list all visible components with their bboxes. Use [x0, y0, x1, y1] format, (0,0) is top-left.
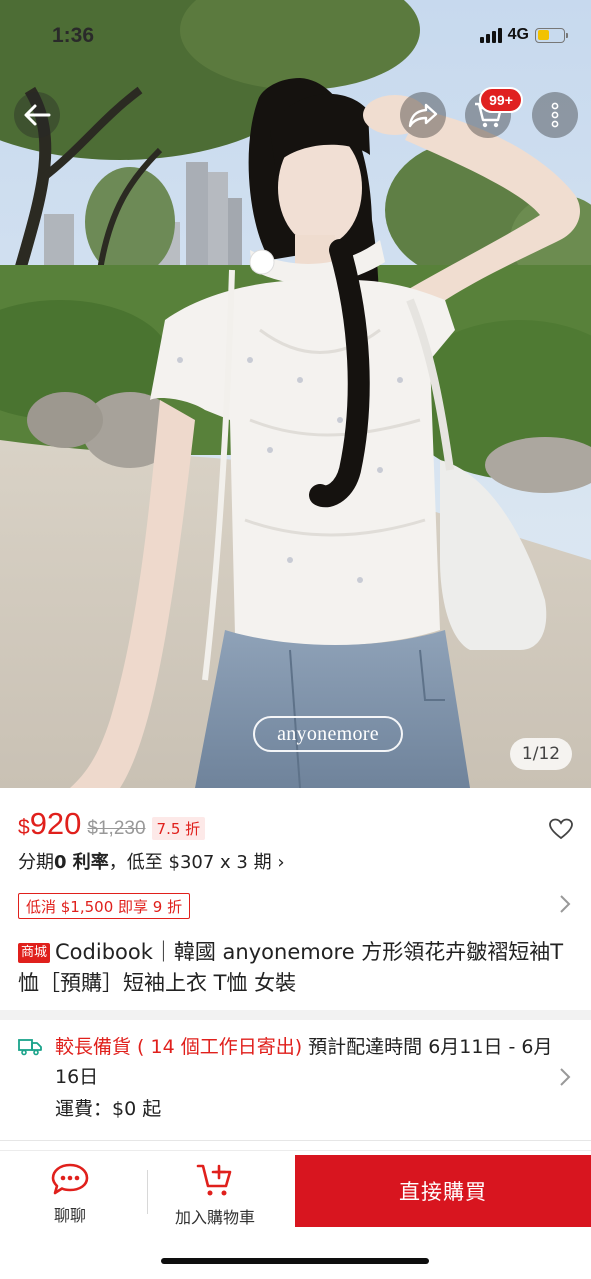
- discount-badge: 7.5 折: [151, 817, 206, 840]
- add-to-cart-button[interactable]: 加入購物車: [175, 1162, 255, 1228]
- separator: [147, 1170, 148, 1214]
- cart-count-badge: 99+: [479, 87, 523, 113]
- shipping-chevron-icon[interactable]: [559, 1067, 571, 1091]
- divider: [0, 1150, 591, 1151]
- image-counter: 1/12: [510, 738, 572, 770]
- bottom-action-bar: 聊聊 加入購物車 直接購買: [0, 1152, 591, 1232]
- mall-tag: 商城: [18, 943, 51, 963]
- original-price: $1,230: [87, 818, 146, 839]
- chat-label: 聊聊: [53, 1206, 86, 1225]
- status-time: 1:36: [52, 24, 95, 47]
- product-image-gallery[interactable]: 1:36 4G 99+ anyonemore 1/12: [0, 0, 591, 788]
- chat-button[interactable]: 聊聊: [50, 1162, 90, 1226]
- back-button[interactable]: [14, 92, 60, 138]
- coupon-tag[interactable]: 低消 $1,500 即享 9 折: [18, 893, 191, 919]
- chat-bubble-icon: [51, 1163, 89, 1195]
- heart-icon: [549, 818, 573, 840]
- battery-icon: [535, 27, 568, 43]
- shipping-truck-icon: [18, 1038, 42, 1060]
- more-vertical-icon: [551, 102, 559, 128]
- status-indicators: 4G: [479, 26, 568, 44]
- share-button[interactable]: [400, 92, 446, 138]
- favorite-button[interactable]: [549, 818, 573, 844]
- installment-detail: ，低至 $307 x 3 期 ›: [108, 852, 285, 873]
- signal-icon: [479, 27, 502, 43]
- product-title: 商城 Codibook｜韓國 anyonemore 方形領花卉皺褶短袖T恤［預購］…: [18, 937, 574, 999]
- installment-prefix: 分期: [18, 852, 54, 873]
- shipping-fee: 運費：$0 起: [55, 1098, 162, 1120]
- current-price: $920: [18, 806, 82, 841]
- divider: [0, 1140, 591, 1141]
- installment-rate: 0 利率: [54, 852, 109, 873]
- network-type: 4G: [507, 26, 529, 43]
- brand-watermark: anyonemore: [253, 716, 403, 752]
- installment-info[interactable]: 分期0 利率，低至 $307 x 3 期 ›: [18, 848, 285, 874]
- product-title-text: Codibook｜韓國 anyonemore 方形領花卉皺褶短袖T恤［預購］短袖…: [18, 940, 564, 995]
- coupon-chevron-icon[interactable]: [559, 894, 571, 918]
- shipping-lead-time: 較長備貨 ( 14 個工作日寄出): [55, 1036, 303, 1058]
- add-to-cart-label: 加入購物車: [175, 1208, 256, 1227]
- buy-now-button[interactable]: 直接購買: [295, 1155, 591, 1227]
- home-indicator: [161, 1258, 429, 1264]
- section-divider: [0, 1010, 591, 1020]
- back-arrow-icon: [24, 104, 51, 126]
- price-row: $920 $1,230 7.5 折: [18, 806, 573, 850]
- more-options-button[interactable]: [532, 92, 578, 138]
- add-to-cart-icon: [196, 1164, 232, 1196]
- share-icon: [408, 103, 438, 128]
- shipping-info[interactable]: 較長備貨 ( 14 個工作日寄出) 預計配達時間 6月11日 - 6月16日: [55, 1032, 555, 1092]
